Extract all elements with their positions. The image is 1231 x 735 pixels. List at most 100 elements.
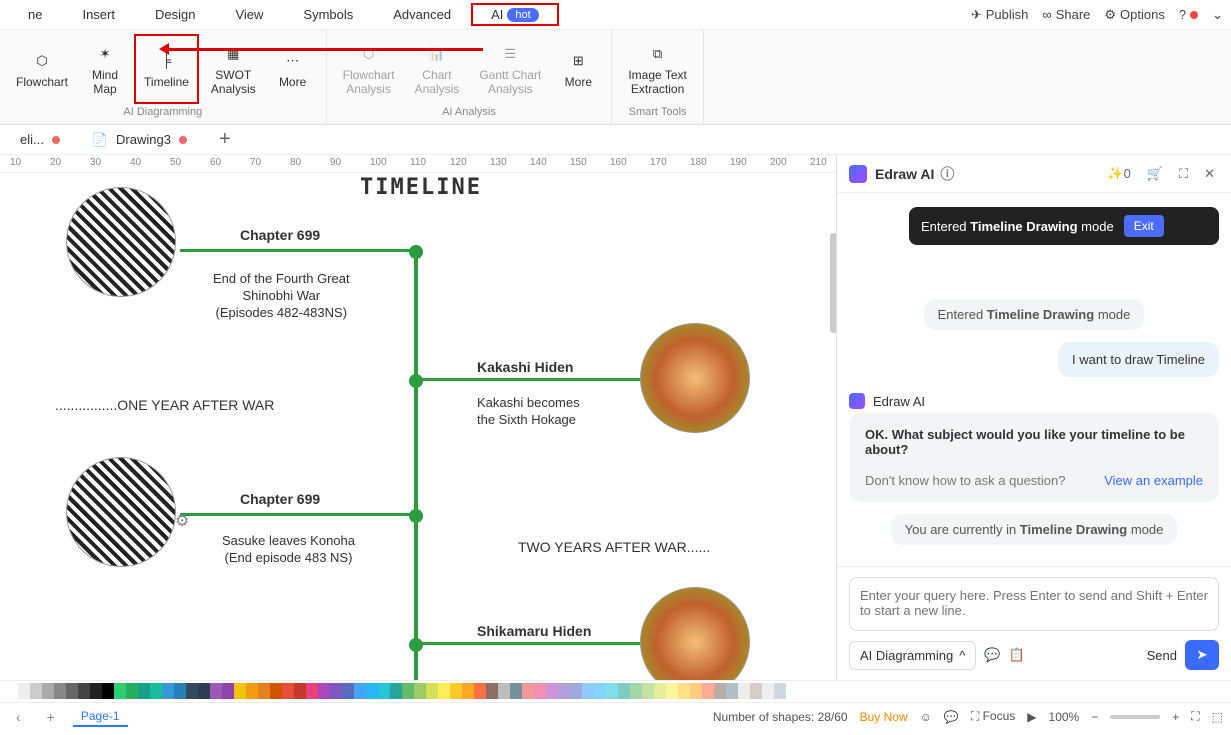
timeline-node-1[interactable] <box>409 245 423 259</box>
color-swatch[interactable] <box>714 683 726 699</box>
tool-more-diagramming[interactable]: ⋯More <box>268 34 318 104</box>
fullscreen-icon[interactable]: ⬚ <box>1212 710 1223 724</box>
ai-mode-select[interactable]: AI Diagramming^ <box>849 641 976 670</box>
color-swatch[interactable] <box>690 683 702 699</box>
tab-2[interactable]: 📄Drawing3 <box>80 128 199 152</box>
color-swatch[interactable] <box>366 683 378 699</box>
color-swatch[interactable] <box>66 683 78 699</box>
tool-swot[interactable]: ▦SWOT Analysis <box>203 34 264 104</box>
menu-design[interactable]: Design <box>135 3 215 26</box>
help-button[interactable]: ? <box>1179 7 1198 22</box>
color-swatch[interactable] <box>594 683 606 699</box>
menu-home[interactable]: ne <box>8 3 62 26</box>
cart-icon[interactable]: 🛒 <box>1143 162 1167 186</box>
buy-now-link[interactable]: Buy Now <box>860 710 908 724</box>
color-swatch[interactable] <box>570 683 582 699</box>
color-swatch[interactable] <box>270 683 282 699</box>
color-swatch[interactable] <box>54 683 66 699</box>
color-swatch[interactable] <box>114 683 126 699</box>
color-swatch[interactable] <box>42 683 54 699</box>
zoom-out[interactable]: − <box>1091 710 1098 724</box>
color-swatch[interactable] <box>414 683 426 699</box>
zoom-level[interactable]: 100% <box>1049 710 1080 724</box>
color-swatch[interactable] <box>678 683 690 699</box>
color-swatch[interactable] <box>294 683 306 699</box>
color-swatch[interactable] <box>126 683 138 699</box>
color-swatch[interactable] <box>318 683 330 699</box>
page-add[interactable]: + <box>39 707 63 727</box>
color-swatch[interactable] <box>642 683 654 699</box>
color-swatch[interactable] <box>618 683 630 699</box>
color-swatch[interactable] <box>30 683 42 699</box>
exit-mode-button[interactable]: Exit <box>1124 215 1164 237</box>
timeline-node-2[interactable] <box>409 374 423 388</box>
color-swatch[interactable] <box>222 683 234 699</box>
share-button[interactable]: ∞Share <box>1042 7 1090 22</box>
zoom-in[interactable]: + <box>1172 710 1179 724</box>
publish-button[interactable]: ✈Publish <box>971 7 1029 23</box>
color-swatch[interactable] <box>666 683 678 699</box>
color-swatch[interactable] <box>426 683 438 699</box>
chat-status-icon[interactable]: 💬 <box>944 710 959 724</box>
color-swatch[interactable] <box>198 683 210 699</box>
timeline-image-3[interactable] <box>66 457 176 567</box>
color-swatch[interactable] <box>450 683 462 699</box>
menu-view[interactable]: View <box>215 3 283 26</box>
play-icon[interactable]: ▶ <box>1027 710 1036 724</box>
color-swatch[interactable] <box>342 683 354 699</box>
color-swatch[interactable] <box>282 683 294 699</box>
color-swatch[interactable] <box>498 683 510 699</box>
color-swatch[interactable] <box>762 683 774 699</box>
page-current[interactable]: Page-1 <box>73 707 128 727</box>
color-swatch[interactable] <box>150 683 162 699</box>
color-swatch[interactable] <box>474 683 486 699</box>
color-swatch[interactable] <box>246 683 258 699</box>
color-swatch[interactable] <box>354 683 366 699</box>
face-icon[interactable]: ☺ <box>920 710 932 724</box>
fit-icon[interactable]: ⛶ <box>1191 709 1199 724</box>
color-swatch[interactable] <box>138 683 150 699</box>
menu-insert[interactable]: Insert <box>62 3 135 26</box>
color-swatch[interactable] <box>774 683 786 699</box>
chat-icon[interactable]: 💬 <box>984 647 1000 663</box>
tab-add[interactable]: + <box>207 124 243 155</box>
zoom-slider[interactable] <box>1110 715 1160 719</box>
color-swatch[interactable] <box>558 683 570 699</box>
options-button[interactable]: ⚙Options <box>1104 7 1164 23</box>
color-swatch[interactable] <box>390 683 402 699</box>
color-swatch[interactable] <box>378 683 390 699</box>
color-swatch[interactable] <box>18 683 30 699</box>
color-swatch[interactable] <box>234 683 246 699</box>
tab-1[interactable]: eli... <box>8 128 72 151</box>
view-example-link[interactable]: View an example <box>1104 473 1203 488</box>
color-swatch[interactable] <box>534 683 546 699</box>
canvas[interactable]: TIMELINE Chapter 699 End of the Fourth G… <box>0 173 836 680</box>
color-swatch[interactable] <box>330 683 342 699</box>
color-swatch[interactable] <box>78 683 90 699</box>
color-swatch[interactable] <box>522 683 534 699</box>
timeline-image-2[interactable] <box>640 323 750 433</box>
color-swatch[interactable] <box>726 683 738 699</box>
menu-advanced[interactable]: Advanced <box>373 3 471 26</box>
tool-flowchart[interactable]: ⬡Flowchart <box>8 34 76 104</box>
doc-icon[interactable]: 📋 <box>1009 647 1025 663</box>
credits-badge[interactable]: ✨0 <box>1103 162 1134 186</box>
color-swatch[interactable] <box>6 683 18 699</box>
color-swatch[interactable] <box>750 683 762 699</box>
ai-textarea[interactable] <box>849 577 1219 631</box>
color-swatch[interactable] <box>546 683 558 699</box>
color-swatch[interactable] <box>258 683 270 699</box>
expand-icon[interactable]: ⛶ <box>1175 162 1192 186</box>
focus-button[interactable]: ⛶ Focus <box>971 709 1015 724</box>
color-swatch[interactable] <box>606 683 618 699</box>
color-swatch[interactable] <box>402 683 414 699</box>
color-swatch[interactable] <box>462 683 474 699</box>
color-swatch[interactable] <box>102 683 114 699</box>
color-swatch[interactable] <box>702 683 714 699</box>
page-prev[interactable]: ‹ <box>8 707 29 727</box>
chevron-down-icon[interactable]: ⌄ <box>1212 7 1223 23</box>
color-swatch[interactable] <box>654 683 666 699</box>
scrollbar-thumb[interactable] <box>830 233 836 333</box>
color-swatch[interactable] <box>90 683 102 699</box>
color-swatch[interactable] <box>210 683 222 699</box>
